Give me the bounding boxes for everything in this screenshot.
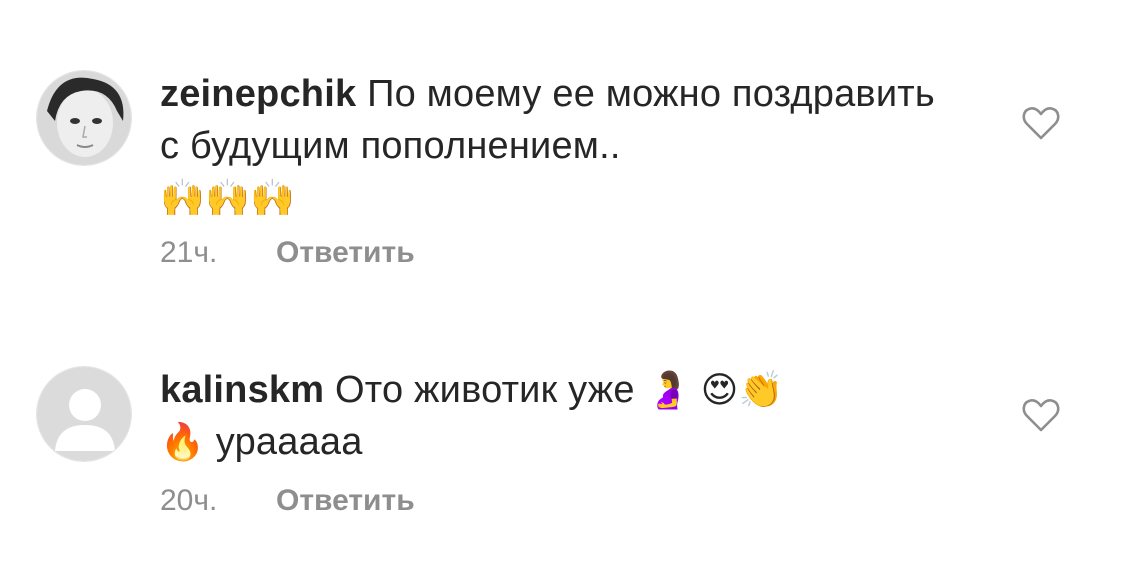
reply-button[interactable]: Ответить	[276, 484, 415, 517]
comment-username[interactable]: kalinskm	[160, 369, 324, 411]
comment-emoji: 🙌🙌🙌	[160, 177, 296, 218]
comment-meta: 21ч. Ответить	[160, 236, 415, 270]
user-avatar[interactable]	[36, 70, 132, 166]
comment-timestamp: 21ч.	[160, 236, 218, 269]
comment-username[interactable]: zeinepchik	[160, 73, 356, 115]
comment-meta: 20ч. Ответить	[160, 484, 415, 518]
comment-timestamp: 20ч.	[160, 484, 218, 517]
user-avatar[interactable]	[36, 366, 132, 462]
comment-text: Ото животик уже	[335, 369, 635, 411]
heart-outline-icon[interactable]	[1022, 398, 1060, 432]
fire-emoji: 🔥	[160, 421, 206, 462]
comment-text-tail: урааааа	[215, 421, 363, 463]
comment-body: kalinskm Ото животик уже 🤰 😍👏 🔥 урааааа	[160, 364, 960, 468]
comment-emoji: 🤰 😍👏	[645, 369, 784, 410]
heart-outline-icon[interactable]	[1022, 106, 1060, 140]
comment-body: zeinepchik По моему ее можно поздравить …	[160, 68, 960, 224]
reply-button[interactable]: Ответить	[276, 236, 415, 269]
